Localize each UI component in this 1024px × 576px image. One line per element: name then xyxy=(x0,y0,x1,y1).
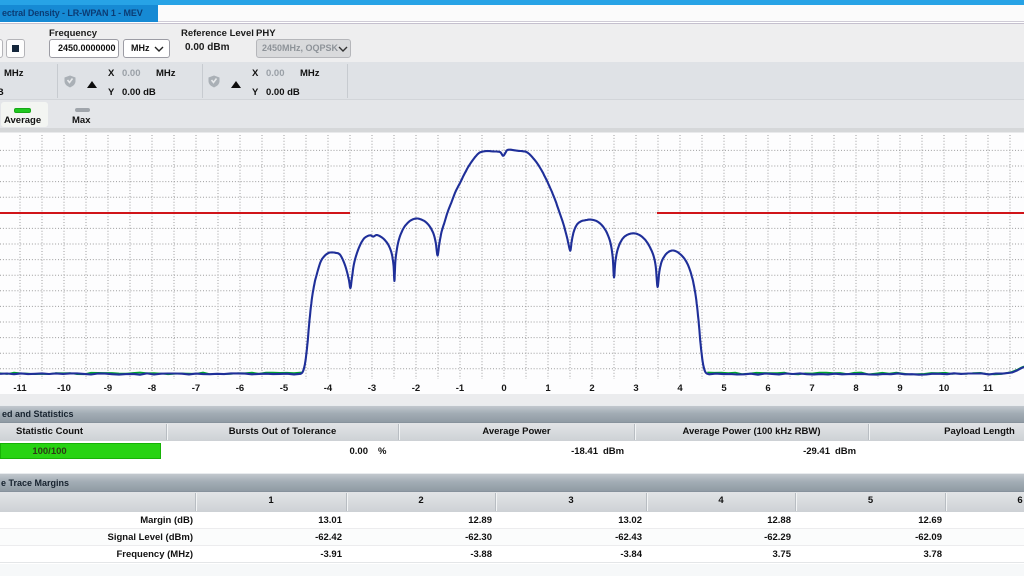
svg-text:5: 5 xyxy=(721,383,727,394)
svg-text:-8: -8 xyxy=(148,383,156,394)
svg-text:0: 0 xyxy=(501,383,506,394)
svg-text:4: 4 xyxy=(677,383,683,394)
svg-text:-3: -3 xyxy=(368,383,376,394)
svg-text:11: 11 xyxy=(983,383,994,394)
svg-text:2: 2 xyxy=(589,383,594,394)
svg-text:-10: -10 xyxy=(57,383,71,394)
svg-text:-11: -11 xyxy=(13,383,27,394)
svg-text:-7: -7 xyxy=(192,383,200,394)
svg-text:1: 1 xyxy=(545,383,551,394)
svg-text:9: 9 xyxy=(897,383,902,394)
svg-text:8: 8 xyxy=(853,383,858,394)
svg-text:10: 10 xyxy=(939,383,950,394)
svg-text:7: 7 xyxy=(809,383,814,394)
svg-text:-4: -4 xyxy=(324,383,333,394)
svg-text:3: 3 xyxy=(633,383,638,394)
svg-text:-1: -1 xyxy=(456,383,465,394)
svg-text:-6: -6 xyxy=(236,383,244,394)
svg-text:-9: -9 xyxy=(104,383,112,394)
svg-text:-2: -2 xyxy=(412,383,420,394)
svg-text:6: 6 xyxy=(765,383,770,394)
svg-text:-5: -5 xyxy=(280,383,289,394)
